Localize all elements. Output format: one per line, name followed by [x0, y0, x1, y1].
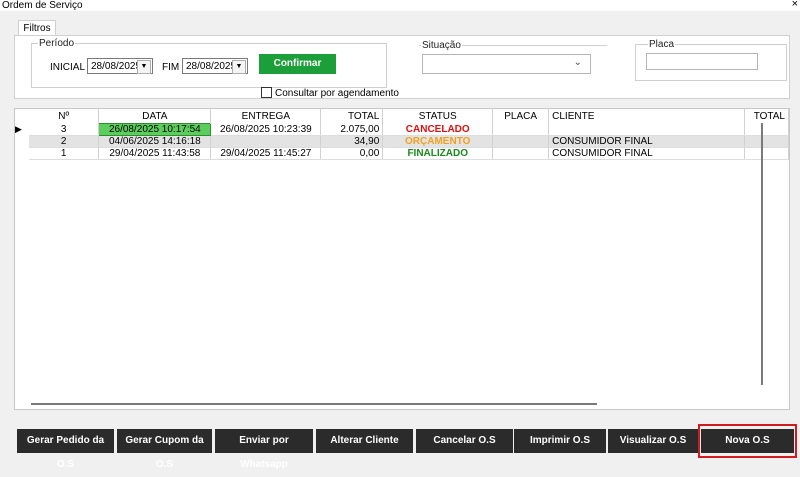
cell-total[interactable]: 0,00 — [320, 147, 384, 160]
col-header-num[interactable]: Nº — [28, 109, 100, 124]
row-header-cell — [15, 135, 29, 148]
cancelar-os-button[interactable]: Cancelar O.S — [416, 429, 513, 453]
cell-entrega[interactable] — [210, 135, 322, 148]
horizontal-scrollbar[interactable] — [31, 403, 597, 405]
vertical-scrollbar[interactable] — [761, 123, 763, 385]
checkbox-box[interactable] — [261, 87, 272, 98]
current-row-marker: ▶ — [15, 123, 29, 136]
chevron-down-icon[interactable]: ▼ — [232, 60, 246, 74]
cell-total[interactable]: 2.075,00 — [320, 123, 384, 136]
placa-input[interactable] — [646, 53, 758, 70]
cell-entrega[interactable]: 26/08/2025 10:23:39 — [210, 123, 322, 136]
cell-num[interactable]: 2 — [28, 135, 100, 148]
nova-os-highlight — [698, 424, 797, 458]
gerar-cupom-button[interactable]: Gerar Cupom da O.S — [117, 429, 212, 470]
triangle-right-icon: ▶ — [15, 124, 22, 134]
col-header-total[interactable]: TOTAL — [320, 109, 384, 124]
header-row: Nº DATA ENTREGA TOTAL STATUS PLACA CLIEN… — [15, 109, 789, 124]
chevron-down-icon[interactable]: ▼ — [137, 60, 151, 74]
service-orders-table: Nº DATA ENTREGA TOTAL STATUS PLACA CLIEN… — [15, 109, 789, 160]
cell-total-2[interactable] — [744, 123, 789, 136]
title-bar: Ordem de Serviço × — [0, 0, 800, 11]
situacao-select[interactable]: ⌄ — [422, 54, 591, 74]
cell-cliente[interactable]: CONSUMIDOR FINAL — [548, 147, 745, 160]
situacao-label: Situação — [422, 40, 461, 51]
col-header-entrega[interactable]: ENTREGA — [210, 109, 322, 124]
imprimir-os-button[interactable]: Imprimir O.S — [514, 429, 606, 453]
col-header-cliente[interactable]: CLIENTE — [548, 109, 745, 124]
agendamento-checkbox[interactable]: Consultar por agendamento — [261, 87, 399, 99]
inicial-date-picker[interactable]: 28/08/2025 ▼ — [87, 58, 153, 74]
cell-total[interactable]: 34,90 — [320, 135, 384, 148]
cell-placa[interactable] — [492, 123, 550, 136]
alterar-cliente-button[interactable]: Alterar Cliente — [316, 429, 413, 453]
cell-num[interactable]: 1 — [28, 147, 100, 160]
cell-total-2[interactable] — [744, 135, 789, 148]
visualizar-os-button[interactable]: Visualizar O.S — [608, 429, 698, 453]
col-header-placa[interactable]: PLACA — [492, 109, 550, 124]
col-header-status[interactable]: STATUS — [382, 109, 494, 124]
table-row[interactable]: 2 04/06/2025 14:16:18 34,90 ORÇAMENTO CO… — [15, 135, 789, 148]
cell-status[interactable]: CANCELADO — [382, 123, 494, 136]
close-icon[interactable]: × — [792, 0, 798, 10]
tab-filtros[interactable]: Filtros — [18, 20, 56, 36]
fim-date-picker[interactable]: 28/08/2025 ▼ — [182, 58, 248, 74]
cell-total-2[interactable] — [744, 147, 789, 160]
enviar-whatsapp-button[interactable]: Enviar por Whatsapp — [215, 429, 313, 470]
fim-label: FIM — [162, 62, 180, 73]
placa-label: Placa — [649, 39, 675, 50]
cell-data[interactable]: 04/06/2025 14:16:18 — [98, 135, 212, 148]
cell-data-selected[interactable]: 26/08/2025 10:17:54 — [98, 123, 212, 136]
col-header-total-2[interactable]: TOTAL — [744, 109, 789, 124]
cell-status[interactable]: ORÇAMENTO — [382, 135, 494, 148]
cell-entrega[interactable]: 29/04/2025 11:45:27 — [210, 147, 322, 160]
cell-status[interactable]: FINALIZADO — [382, 147, 494, 160]
confirm-button[interactable]: Confirmar — [259, 54, 336, 74]
chevron-down-icon: ⌄ — [573, 57, 582, 68]
table-row[interactable]: 1 29/04/2025 11:43:58 29/04/2025 11:45:2… — [15, 147, 789, 160]
inicial-date-value: 28/08/2025 — [91, 61, 142, 72]
cell-cliente[interactable]: CONSUMIDOR FINAL — [548, 135, 745, 148]
fim-date-value: 28/08/2025 — [186, 61, 237, 72]
window-title: Ordem de Serviço — [2, 0, 83, 11]
col-header-data[interactable]: DATA — [98, 109, 212, 124]
cell-placa[interactable] — [492, 147, 550, 160]
inicial-label: INICIAL — [50, 62, 86, 73]
periodo-label: Período — [39, 38, 75, 49]
agendamento-label: Consultar por agendamento — [275, 88, 399, 99]
gerar-pedido-button[interactable]: Gerar Pedido da O.S — [17, 429, 114, 470]
table-row[interactable]: ▶ 3 26/08/2025 10:17:54 26/08/2025 10:23… — [15, 123, 789, 136]
cell-num[interactable]: 3 — [28, 123, 100, 136]
row-header-cell — [15, 109, 29, 124]
row-header-cell — [15, 147, 29, 160]
cell-data[interactable]: 29/04/2025 11:43:58 — [98, 147, 212, 160]
cell-cliente[interactable] — [548, 123, 745, 136]
cell-placa[interactable] — [492, 135, 550, 148]
service-orders-grid[interactable]: Nº DATA ENTREGA TOTAL STATUS PLACA CLIEN… — [14, 108, 790, 410]
